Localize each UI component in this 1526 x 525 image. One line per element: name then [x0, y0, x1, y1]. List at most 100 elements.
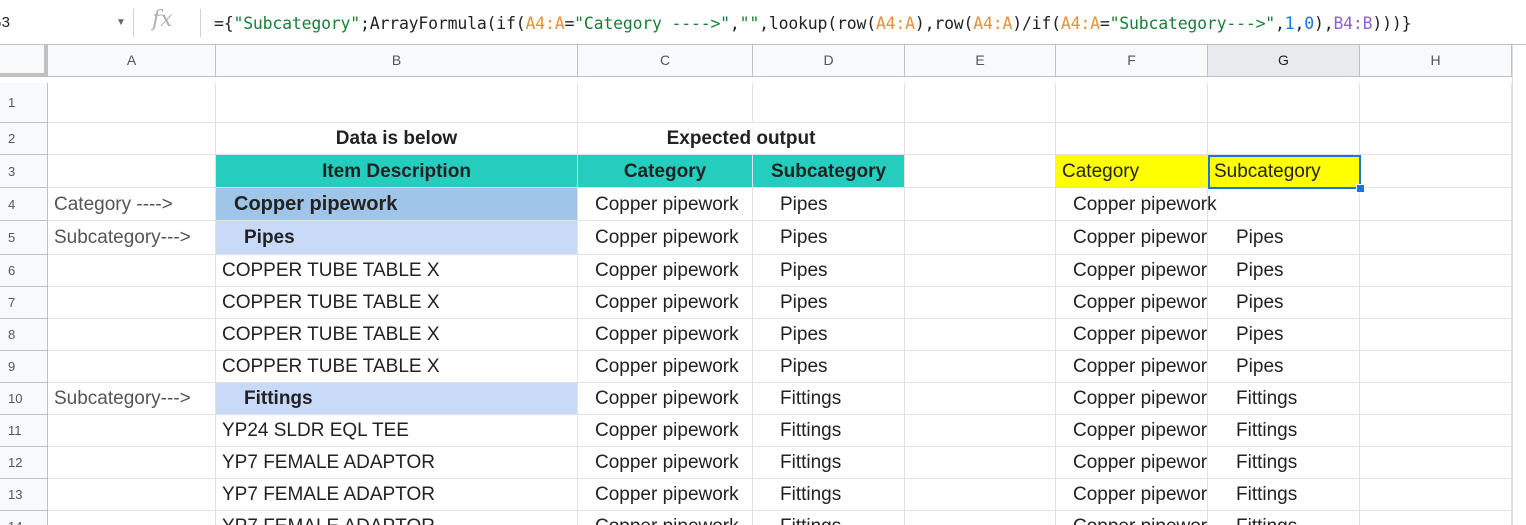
cell-b10[interactable]: Fittings: [216, 383, 578, 415]
cell-a14[interactable]: [48, 511, 216, 525]
cell-c14[interactable]: Copper pipework: [578, 511, 753, 525]
row-header-9[interactable]: 9: [0, 351, 48, 383]
cell-a1[interactable]: [48, 83, 216, 123]
cell-c8[interactable]: Copper pipework: [578, 319, 753, 351]
cell-b9[interactable]: COPPER TUBE TABLE X: [216, 351, 578, 383]
cell-h9[interactable]: [1360, 351, 1512, 383]
column-header-f[interactable]: F: [1056, 45, 1208, 77]
cell-e14[interactable]: [905, 511, 1056, 525]
cell-h1[interactable]: [1360, 83, 1512, 123]
cell-h5[interactable]: [1360, 221, 1512, 255]
cell-f5[interactable]: Copper pipework: [1056, 221, 1208, 255]
cell-a3[interactable]: [48, 155, 216, 188]
cell-g6[interactable]: Pipes: [1208, 255, 1360, 287]
row-header-2[interactable]: 2: [0, 123, 48, 155]
cell-e2[interactable]: [905, 123, 1056, 155]
cell-e11[interactable]: [905, 415, 1056, 447]
cell-d7[interactable]: Pipes: [753, 287, 905, 319]
row-header-1[interactable]: 1: [0, 83, 48, 123]
cell-d9[interactable]: Pipes: [753, 351, 905, 383]
name-box[interactable]: G3 ▼: [0, 9, 132, 37]
cell-c6[interactable]: Copper pipework: [578, 255, 753, 287]
cell-h2[interactable]: [1360, 123, 1512, 155]
cell-a2[interactable]: [48, 123, 216, 155]
cell-a12[interactable]: [48, 447, 216, 479]
cell-f8[interactable]: Copper pipework: [1056, 319, 1208, 351]
cell-g1[interactable]: [1208, 83, 1360, 123]
row-header-7[interactable]: 7: [0, 287, 48, 319]
select-all-corner[interactable]: [0, 45, 48, 77]
column-header-e[interactable]: E: [905, 45, 1056, 77]
cell-c12[interactable]: Copper pipework: [578, 447, 753, 479]
cell-f6[interactable]: Copper pipework: [1056, 255, 1208, 287]
cell-d5[interactable]: Pipes: [753, 221, 905, 255]
cell-f2[interactable]: [1056, 123, 1208, 155]
cell-b12[interactable]: YP7 FEMALE ADAPTOR: [216, 447, 578, 479]
cell-e8[interactable]: [905, 319, 1056, 351]
cell-a6[interactable]: [48, 255, 216, 287]
cell-a13[interactable]: [48, 479, 216, 511]
cell-a11[interactable]: [48, 415, 216, 447]
cell-h4[interactable]: [1360, 188, 1512, 221]
formula-input[interactable]: ={"Subcategory";ArrayFormula(if(A4:A="Ca…: [214, 14, 1412, 33]
cell-d13[interactable]: Fittings: [753, 479, 905, 511]
cell-g2[interactable]: [1208, 123, 1360, 155]
cell-c7[interactable]: Copper pipework: [578, 287, 753, 319]
cell-f14[interactable]: Copper pipework: [1056, 511, 1208, 525]
row-header-5[interactable]: 5: [0, 221, 48, 255]
cell-b11[interactable]: YP24 SLDR EQL TEE: [216, 415, 578, 447]
row-header-14[interactable]: 14: [0, 511, 48, 525]
cell-f12[interactable]: Copper pipework: [1056, 447, 1208, 479]
cell-g3[interactable]: Subcategory: [1208, 155, 1360, 188]
cell-d4[interactable]: Pipes: [753, 188, 905, 221]
cell-d14[interactable]: Fittings: [753, 511, 905, 525]
cell-b7[interactable]: COPPER TUBE TABLE X: [216, 287, 578, 319]
cell-b5[interactable]: Pipes: [216, 221, 578, 255]
cell-e4[interactable]: [905, 188, 1056, 221]
cell-g8[interactable]: Pipes: [1208, 319, 1360, 351]
chevron-down-icon[interactable]: ▼: [116, 9, 126, 37]
cell-f4[interactable]: Copper pipework: [1056, 188, 1217, 221]
cell-g7[interactable]: Pipes: [1208, 287, 1360, 319]
cell-c2[interactable]: Expected output: [578, 123, 905, 155]
cell-h6[interactable]: [1360, 255, 1512, 287]
vertical-scrollbar[interactable]: [1512, 45, 1526, 525]
cell-a5[interactable]: Subcategory--->: [48, 221, 216, 255]
cell-e7[interactable]: [905, 287, 1056, 319]
cell-g10[interactable]: Fittings: [1208, 383, 1360, 415]
cell-a4[interactable]: Category ---->: [48, 188, 216, 221]
cell-g5[interactable]: Pipes: [1208, 221, 1360, 255]
cell-f1[interactable]: [1056, 83, 1208, 123]
cell-b14[interactable]: YP7 FEMALE ADAPTOR: [216, 511, 578, 525]
cell-g9[interactable]: Pipes: [1208, 351, 1360, 383]
cell-g13[interactable]: Fittings: [1208, 479, 1360, 511]
cell-e5[interactable]: [905, 221, 1056, 255]
column-header-b[interactable]: B: [216, 45, 578, 77]
cell-f13[interactable]: Copper pipework: [1056, 479, 1208, 511]
cell-e12[interactable]: [905, 447, 1056, 479]
cell-b8[interactable]: COPPER TUBE TABLE X: [216, 319, 578, 351]
column-header-h[interactable]: H: [1360, 45, 1512, 77]
cell-d10[interactable]: Fittings: [753, 383, 905, 415]
cell-e10[interactable]: [905, 383, 1056, 415]
row-header-10[interactable]: 10: [0, 383, 48, 415]
row-header-11[interactable]: 11: [0, 415, 48, 447]
column-header-a[interactable]: A: [48, 45, 216, 77]
cell-d8[interactable]: Pipes: [753, 319, 905, 351]
cell-c1[interactable]: [578, 83, 753, 123]
cell-a7[interactable]: [48, 287, 216, 319]
cell-c11[interactable]: Copper pipework: [578, 415, 753, 447]
fill-handle[interactable]: [1356, 184, 1365, 193]
cell-h13[interactable]: [1360, 479, 1512, 511]
cell-d12[interactable]: Fittings: [753, 447, 905, 479]
cell-f7[interactable]: Copper pipework: [1056, 287, 1208, 319]
cell-b4[interactable]: Copper pipework: [216, 188, 578, 221]
column-header-c[interactable]: C: [578, 45, 753, 77]
column-header-d[interactable]: D: [753, 45, 905, 77]
cell-f9[interactable]: Copper pipework: [1056, 351, 1208, 383]
row-header-8[interactable]: 8: [0, 319, 48, 351]
cell-c4[interactable]: Copper pipework: [578, 188, 753, 221]
row-header-3[interactable]: 3: [0, 155, 48, 188]
cell-e9[interactable]: [905, 351, 1056, 383]
row-header-13[interactable]: 13: [0, 479, 48, 511]
